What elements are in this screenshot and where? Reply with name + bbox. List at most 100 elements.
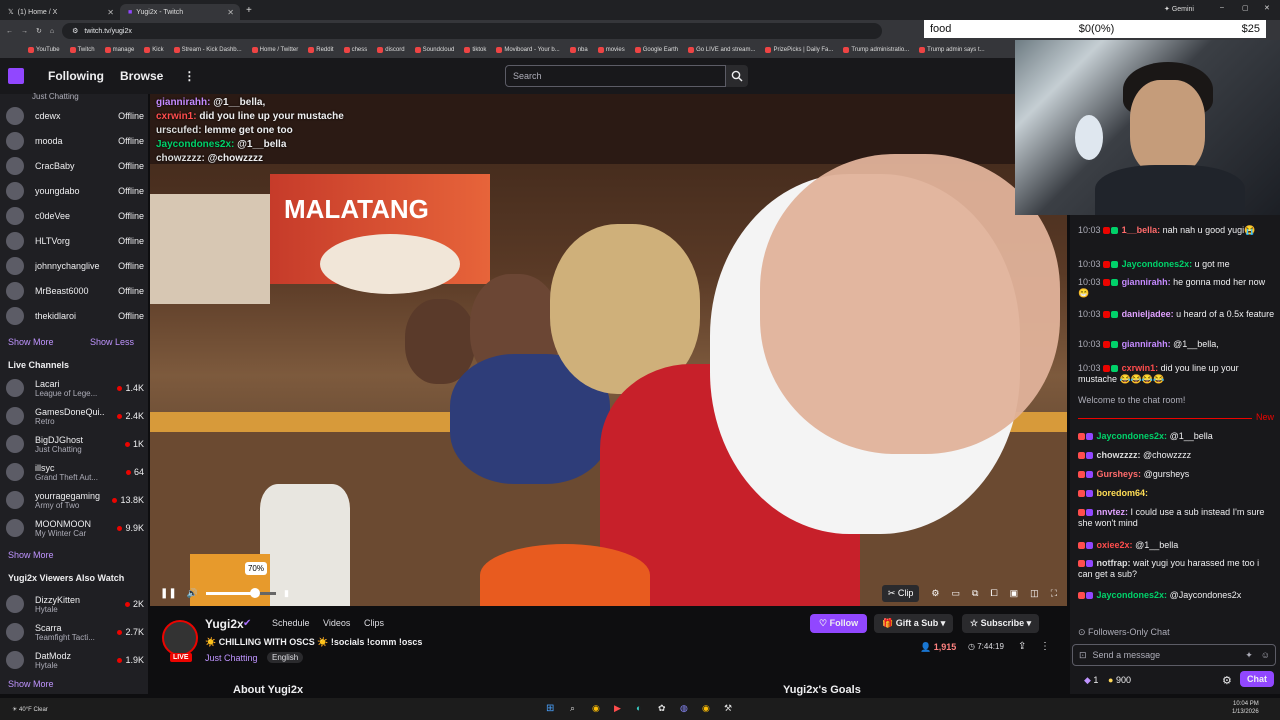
- bookmark-item[interactable]: Soundcloud: [414, 47, 454, 53]
- sidebar-live-channel[interactable]: GamesDoneQui... Retro 2.4K: [6, 403, 144, 429]
- sidebar-live-channel[interactable]: MOONMOON My Winter Car 9.9K: [6, 515, 144, 541]
- twitch-logo-icon[interactable]: [8, 68, 24, 84]
- miniplayer-icon[interactable]: ▣: [1010, 588, 1019, 599]
- sidebar-live-channel[interactable]: DatModz Hytale 1.9K: [6, 647, 144, 673]
- chat-username[interactable]: boredom64:: [1097, 488, 1149, 498]
- mute-icon[interactable]: ▮: [284, 588, 289, 599]
- taskbar-discord-icon[interactable]: ◍: [680, 703, 688, 714]
- taskbar-chrome-icon[interactable]: ◉: [592, 703, 600, 714]
- url-field[interactable]: ⚙ twitch.tv/yugi2x: [62, 23, 883, 39]
- volume-knob[interactable]: [249, 587, 260, 598]
- bookmark-item[interactable]: Go LIVE and stream...: [688, 47, 755, 53]
- bookmark-item[interactable]: YouTube: [28, 47, 60, 53]
- start-icon[interactable]: ⊞: [546, 703, 554, 714]
- follow-button[interactable]: ♡ Follow: [810, 614, 868, 633]
- fullscreen-icon[interactable]: ⛶: [1051, 588, 1057, 599]
- nav-following[interactable]: Following: [48, 69, 104, 83]
- chat-settings-icon[interactable]: ⚙: [1222, 674, 1232, 687]
- chat-username[interactable]: cxrwin1:: [1122, 363, 1159, 373]
- extensions-icon[interactable]: ⧠: [990, 588, 997, 599]
- bookmark-item[interactable]: Kick: [144, 47, 164, 53]
- chat-username[interactable]: 1__bella:: [1122, 225, 1161, 235]
- taskbar-chrome2-icon[interactable]: ◉: [702, 703, 710, 714]
- sidebar-channel-item[interactable]: MrBeast6000 Offline: [6, 279, 144, 303]
- sidebar-channel-item[interactable]: mooda Offline: [6, 129, 144, 153]
- taskbar-search-icon[interactable]: ⌕: [570, 703, 575, 714]
- channel-avatar[interactable]: [162, 620, 198, 656]
- more-options-icon[interactable]: ⋮: [183, 69, 195, 83]
- chat-username[interactable]: giannirahh:: [1122, 277, 1171, 287]
- bookmark-item[interactable]: discord: [377, 47, 405, 53]
- weather-widget[interactable]: ☀ 40°F Clear: [12, 706, 48, 713]
- forward-icon[interactable]: →: [21, 28, 28, 35]
- channel-points[interactable]: ● 900: [1108, 675, 1131, 685]
- chat-username[interactable]: danieljadee:: [1122, 309, 1174, 319]
- chat-username[interactable]: giannirahh:: [1122, 339, 1171, 349]
- home-icon[interactable]: ⌂: [50, 28, 54, 35]
- ai-icon[interactable]: ✦: [1245, 650, 1253, 661]
- sidebar-live-channel[interactable]: yourragegaming Army of Two 13.8K: [6, 487, 144, 513]
- browser-tab-x[interactable]: 𝕏 (1) Home / X ✕: [0, 4, 120, 20]
- bookmark-item[interactable]: Trump admin says t...: [919, 47, 985, 53]
- bookmark-item[interactable]: Trump administratio...: [843, 47, 909, 53]
- sidebar-live-channel[interactable]: Scarra Teamfight Tacti... 2.7K: [6, 619, 144, 645]
- sidebar-toggle-icon[interactable]: ◫: [1030, 588, 1039, 599]
- bookmark-item[interactable]: movies: [597, 47, 625, 53]
- sidebar-live-channel[interactable]: Lacari League of Lege... 1.4K: [6, 375, 144, 401]
- maximize-icon[interactable]: ▢: [1242, 4, 1249, 12]
- show-more-live-link[interactable]: Show More: [8, 550, 54, 560]
- volume-icon[interactable]: 🔊: [187, 588, 198, 599]
- reload-icon[interactable]: ↻: [36, 27, 42, 35]
- bookmark-item[interactable]: Stream - Kick Dashb...: [173, 47, 242, 53]
- gemini-button[interactable]: ✦ Gemini: [1164, 5, 1194, 13]
- taskbar-app-icon[interactable]: ▶: [614, 703, 621, 714]
- nav-browse[interactable]: Browse: [120, 69, 163, 83]
- chat-username[interactable]: notfrap:: [1097, 558, 1131, 568]
- subscribe-button[interactable]: ☆ Subscribe ▾: [962, 614, 1040, 633]
- close-tab-icon[interactable]: ✕: [227, 8, 234, 17]
- sidebar-channel-item[interactable]: thekidlaroi Offline: [6, 304, 144, 328]
- taskbar-chatgpt-icon[interactable]: ✿: [658, 703, 666, 714]
- theatre-icon[interactable]: ▭: [952, 588, 961, 599]
- chat-input[interactable]: ⊡ Send a message ✦ ☺: [1072, 644, 1276, 666]
- chat-username[interactable]: Jaycondones2x:: [1122, 259, 1193, 269]
- bookmark-item[interactable]: Moviboard - Your b...: [496, 47, 560, 53]
- settings-icon[interactable]: ⚙: [931, 588, 939, 599]
- bookmark-item[interactable]: Google Earth: [634, 47, 678, 53]
- video-player[interactable]: MALATANG giannirahh: @1__bella, cxrwin1: …: [150, 94, 1067, 606]
- bookmark-item[interactable]: manage: [104, 47, 134, 53]
- tab-schedule[interactable]: Schedule: [272, 618, 310, 628]
- show-more-link[interactable]: Show More: [8, 337, 54, 347]
- chat-username[interactable]: nnvtez:: [1097, 507, 1129, 517]
- bookmark-item[interactable]: Home / Twitter: [251, 47, 298, 53]
- chat-username[interactable]: chowzzzz:: [1097, 450, 1141, 460]
- tab-videos[interactable]: Videos: [323, 618, 350, 628]
- taskbar-edge-icon[interactable]: ◐: [636, 703, 641, 713]
- sidebar-channel-item[interactable]: c0deVee Offline: [6, 204, 144, 228]
- bookmark-item[interactable]: PrizePicks | Daily Fa...: [765, 47, 833, 53]
- bookmark-item[interactable]: Reddit: [308, 47, 334, 53]
- bits-count[interactable]: ◆ 1: [1084, 675, 1098, 686]
- show-less-link[interactable]: Show Less: [90, 337, 134, 347]
- sidebar-live-channel[interactable]: illsyc Grand Theft Aut... 64: [6, 459, 144, 485]
- clip-button[interactable]: ✂ Clip: [881, 584, 920, 602]
- chat-username[interactable]: Jaycondones2x:: [1097, 431, 1168, 441]
- bookmark-item[interactable]: Twitch: [69, 47, 95, 53]
- chat-username[interactable]: Jaycondones2x:: [1097, 590, 1168, 600]
- chat-username[interactable]: oxiee2x:: [1097, 540, 1133, 550]
- show-more-also-link[interactable]: Show More: [8, 679, 54, 689]
- bookmark-item[interactable]: chess: [343, 47, 367, 53]
- taskbar-tool-icon[interactable]: ⚒: [724, 703, 732, 714]
- chat-username[interactable]: Gursheys:: [1097, 469, 1142, 479]
- tab-clips[interactable]: Clips: [364, 618, 384, 628]
- bookmark-item[interactable]: nba: [569, 47, 588, 53]
- sidebar-channel-item[interactable]: cdewx Offline: [6, 104, 144, 128]
- volume-slider[interactable]: 70%: [205, 561, 276, 598]
- channel-name[interactable]: Yugi2x: [205, 617, 244, 631]
- bookmark-item[interactable]: tiktok: [464, 47, 486, 53]
- sidebar-live-channel[interactable]: DizzyKitten Hytale 2K: [6, 591, 144, 617]
- emote-picker-icon[interactable]: ⊡: [1079, 650, 1087, 661]
- search-input[interactable]: Search: [505, 65, 726, 87]
- more-options-icon[interactable]: ⋮: [1040, 641, 1050, 652]
- chat-send-button[interactable]: Chat: [1240, 671, 1274, 687]
